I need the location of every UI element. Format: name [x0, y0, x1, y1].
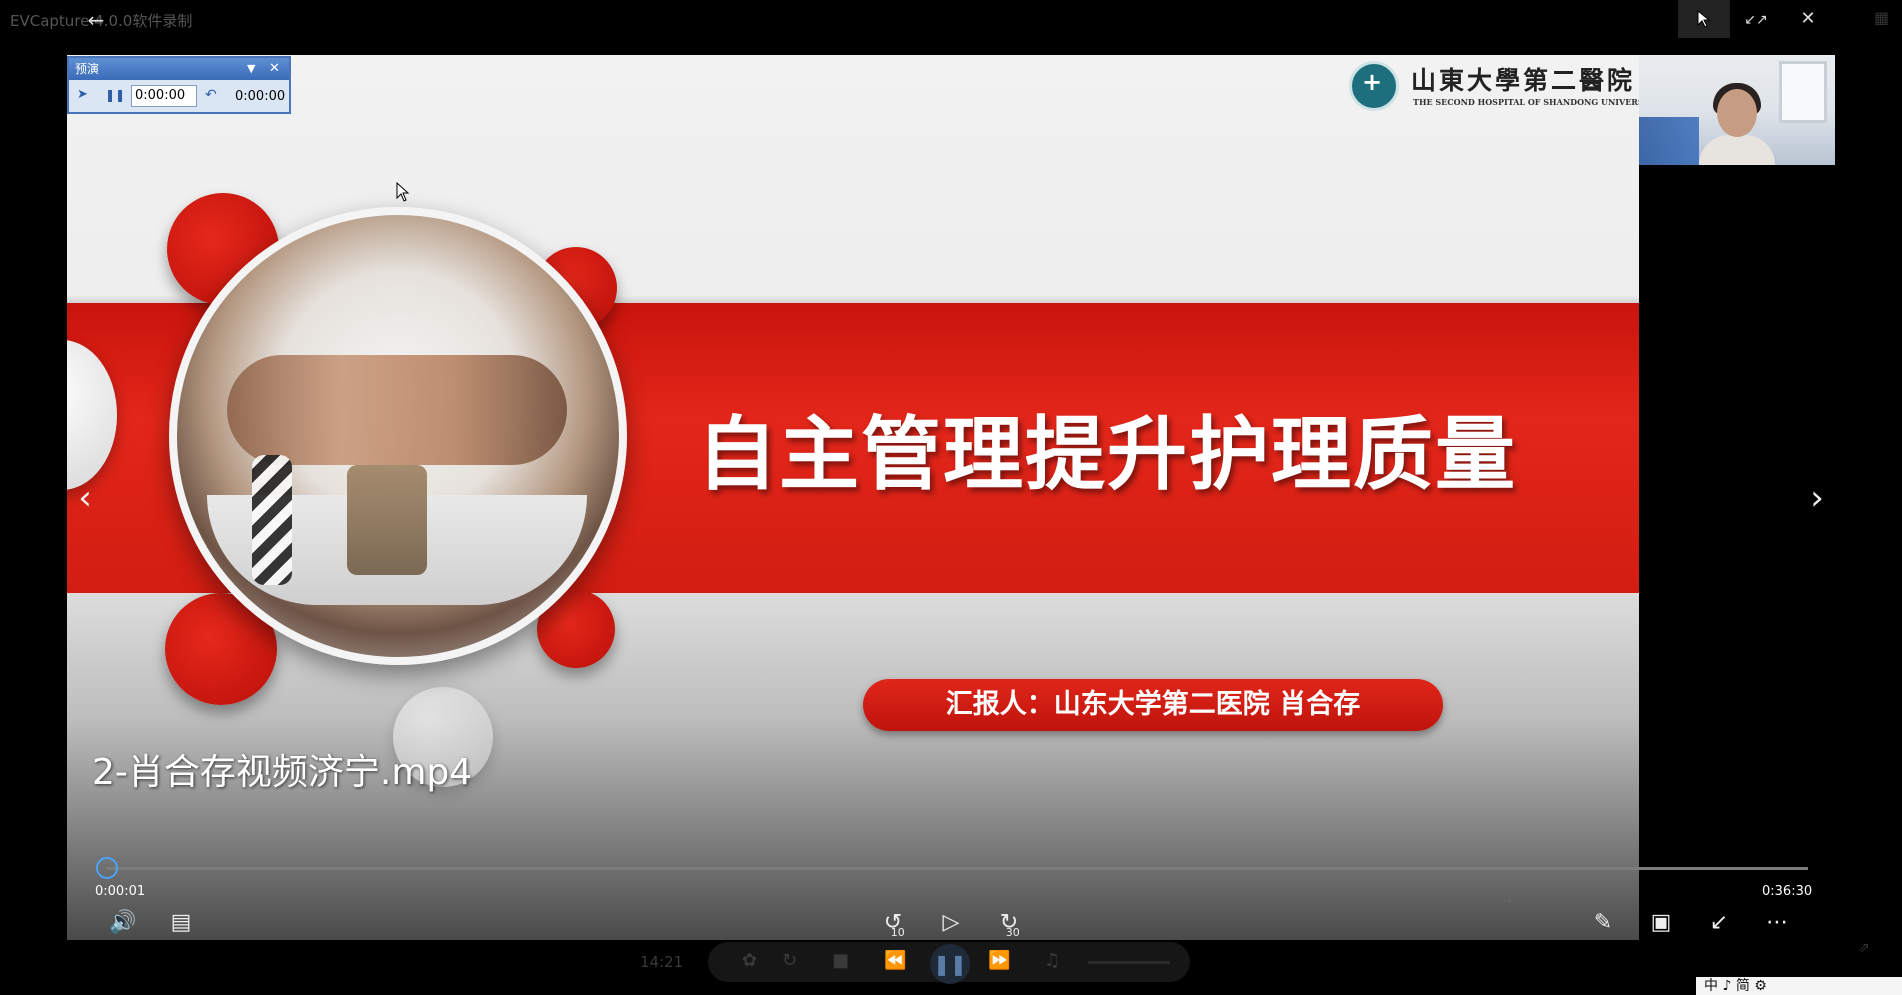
webcam-overlay	[1639, 55, 1835, 165]
next-icon[interactable]: ➤	[77, 85, 91, 105]
exit-fullscreen-button[interactable]: ↙	[1704, 908, 1734, 938]
webcam-person-body	[1699, 135, 1775, 165]
rewind-10-icon: ↺ 10	[884, 908, 905, 939]
title-bar: EVCapture 4.0.0软件录制 ← ↙↗ ✕ ▦	[0, 0, 1902, 40]
background-rewind-icon: ⏪	[884, 950, 907, 971]
more-options-button[interactable]: ⋯	[1762, 908, 1792, 938]
popout-icon: ⇗	[1858, 940, 1870, 956]
background-pause-icon: ❚❚	[930, 944, 970, 984]
mini-view-button[interactable]: ▣	[1646, 908, 1676, 938]
pointer-icon	[1697, 9, 1711, 28]
rehearsal-total-time: 0:00:00	[235, 89, 286, 104]
mouse-cursor-icon	[396, 182, 410, 202]
webcam-window	[1779, 61, 1827, 123]
ellipsis-icon: ⋯	[1766, 910, 1788, 935]
speaker-icon: 🔊	[109, 910, 137, 935]
photo-bottle	[252, 455, 292, 585]
background-volume-icon: ♫	[1044, 950, 1061, 971]
rehearsal-toolbar: 预演 ▼ ✕ ➤ ❚❚ 0:00:00 ↶ 0:00:00	[67, 56, 291, 114]
subtitles-button[interactable]: ▤	[166, 908, 196, 938]
seek-bar[interactable]	[106, 867, 1808, 870]
cross-icon: +	[1362, 68, 1383, 96]
slide-number: 1	[1505, 890, 1514, 906]
slide-time-field[interactable]: 0:00:00	[131, 85, 197, 107]
pause-icon[interactable]: ❚❚	[105, 85, 125, 105]
play-button[interactable]: ▷	[936, 908, 966, 938]
next-slide-button[interactable]: ›	[1802, 480, 1832, 516]
webcam-person-head	[1717, 89, 1757, 137]
arrow-left-icon: ←	[87, 8, 105, 32]
close-icon: ✕	[1800, 8, 1816, 29]
skip-forward-button[interactable]: ↻ 30	[992, 908, 1026, 939]
slide-title: 自主管理提升护理质量	[697, 408, 1517, 501]
pencil-icon: ✎	[1593, 910, 1613, 935]
ime-toolbar[interactable]: 中 ♪ 简 ⚙	[1696, 977, 1902, 995]
logo-english-name: THE SECOND HOSPITAL OF SHANDONG UNIVERSI…	[1413, 97, 1639, 107]
photo-jar	[347, 465, 427, 575]
webcam-chairs	[1639, 117, 1699, 165]
pen-button[interactable]: ✎	[1588, 908, 1618, 938]
captions-icon: ▤	[170, 910, 192, 935]
background-refresh-icon: ↻	[782, 950, 798, 971]
grid-icon: ▦	[1874, 8, 1890, 27]
cursor-button[interactable]	[1678, 0, 1730, 38]
dropdown-icon[interactable]: ▼	[247, 60, 261, 78]
restore-button[interactable]: ↙↗	[1730, 0, 1782, 38]
volume-button[interactable]: 🔊	[108, 908, 138, 938]
back-button[interactable]: ←	[82, 6, 110, 34]
previous-slide-button[interactable]: ‹	[70, 480, 100, 516]
video-filename: 2-肖合存视频济宁.mp4	[92, 752, 473, 793]
play-icon: ▷	[942, 910, 960, 935]
hospital-logo: + 山東大學第二醫院 THE SECOND HOSPITAL OF SHANDO…	[1347, 55, 1639, 115]
total-time: 0:36:30	[1762, 884, 1813, 899]
background-stop-icon: ■	[832, 950, 850, 971]
repeat-icon[interactable]: ↶	[205, 85, 223, 105]
slide-canvas: 自主管理提升护理质量 汇报人：山东大学第二医院 肖合存 + 山東大學第二醫院 T…	[67, 55, 1639, 940]
reporter-label: 汇报人：山东大学第二医院 肖合存	[863, 679, 1443, 731]
skip-back-button[interactable]: ↺ 10	[876, 908, 910, 939]
exit-fullscreen-icon: ↙	[1709, 910, 1729, 935]
chevron-left-icon: ‹	[78, 478, 92, 518]
chevron-right-icon: ›	[1810, 478, 1824, 518]
photo-hands	[227, 355, 567, 465]
logo-chinese-name: 山東大學第二醫院	[1411, 66, 1636, 95]
current-time: 0:00:01	[95, 884, 146, 899]
seek-thumb[interactable]	[95, 857, 118, 879]
close-icon[interactable]: ✕	[269, 60, 285, 78]
background-volume-slider	[1088, 961, 1170, 964]
forward-30-icon: ↻ 30	[1000, 908, 1020, 939]
picture-in-picture-icon: ▣	[1650, 910, 1672, 935]
background-time: 14:21	[640, 953, 684, 971]
background-forward-icon: ⏩	[988, 950, 1011, 971]
minimize-arrows-icon: ↙↗	[1744, 12, 1768, 28]
close-button[interactable]: ✕	[1782, 0, 1834, 38]
background-mic-icon: ✿	[742, 950, 758, 971]
